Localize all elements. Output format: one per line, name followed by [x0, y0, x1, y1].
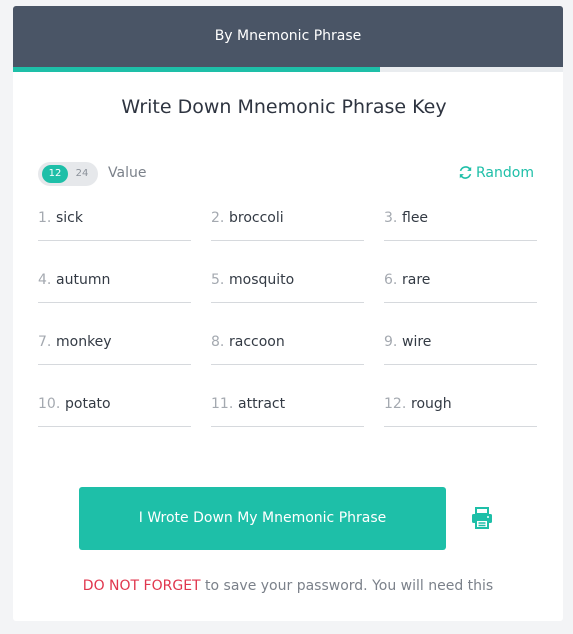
header-title: By Mnemonic Phrase — [214, 28, 362, 44]
random-label: Random — [476, 165, 534, 181]
mnemonic-word: 9. wire — [384, 330, 537, 365]
word-text: monkey — [56, 334, 112, 350]
word-text: wire — [402, 334, 432, 350]
word-number: 9. — [384, 334, 398, 350]
progress-fill — [13, 67, 380, 72]
mnemonic-word: 1. sick — [38, 206, 191, 241]
word-text: rare — [402, 272, 431, 288]
random-button[interactable]: Random — [459, 165, 534, 181]
mnemonic-word: 3. flee — [384, 206, 537, 241]
mnemonic-word: 11. attract — [211, 392, 364, 427]
progress-bar — [13, 67, 563, 72]
word-number: 7. — [38, 334, 52, 350]
confirm-button-label: I Wrote Down My Mnemonic Phrase — [138, 510, 387, 526]
mnemonic-word: 7. monkey — [38, 330, 191, 365]
refresh-icon — [459, 166, 472, 179]
word-number: 11. — [211, 396, 234, 412]
printer-icon[interactable] — [470, 506, 494, 530]
word-count-toggle[interactable]: 12 24 — [38, 162, 98, 186]
toggle-option-24[interactable]: 24 — [69, 165, 95, 183]
word-number: 2. — [211, 210, 225, 226]
mnemonic-word: 5. mosquito — [211, 268, 364, 303]
mnemonic-card: By Mnemonic Phrase Write Down Mnemonic P… — [13, 6, 563, 621]
word-text: autumn — [56, 272, 111, 288]
word-number: 4. — [38, 272, 52, 288]
word-text: raccoon — [229, 334, 285, 350]
mnemonic-word: 12. rough — [384, 392, 537, 427]
word-number: 8. — [211, 334, 225, 350]
word-number: 5. — [211, 272, 225, 288]
warning-message: DO NOT FORGET to save your password. You… — [13, 578, 563, 594]
word-text: potato — [65, 396, 111, 412]
mnemonic-word: 8. raccoon — [211, 330, 364, 365]
word-text: sick — [56, 210, 83, 226]
mnemonic-word: 10. potato — [38, 392, 191, 427]
word-text: rough — [411, 396, 452, 412]
printer-icon-svg — [472, 507, 492, 529]
page-title: Write Down Mnemonic Phrase Key — [121, 96, 447, 118]
header: By Mnemonic Phrase — [13, 6, 563, 67]
word-text: attract — [238, 396, 286, 412]
value-label: Value — [108, 165, 147, 181]
mnemonic-word: 6. rare — [384, 268, 537, 303]
word-number: 6. — [384, 272, 398, 288]
word-number: 3. — [384, 210, 398, 226]
word-number: 1. — [38, 210, 52, 226]
word-number: 10. — [38, 396, 61, 412]
word-text: broccoli — [229, 210, 284, 226]
warning-highlight: DO NOT FORGET — [82, 578, 201, 594]
word-number: 12. — [384, 396, 407, 412]
warning-text: to save your password. You will need thi… — [200, 578, 494, 594]
confirm-written-button[interactable]: I Wrote Down My Mnemonic Phrase — [79, 487, 446, 550]
word-text: flee — [402, 210, 429, 226]
mnemonic-word: 4. autumn — [38, 268, 191, 303]
toggle-option-12[interactable]: 12 — [42, 165, 68, 183]
mnemonic-word: 2. broccoli — [211, 206, 364, 241]
word-text: mosquito — [229, 272, 295, 288]
